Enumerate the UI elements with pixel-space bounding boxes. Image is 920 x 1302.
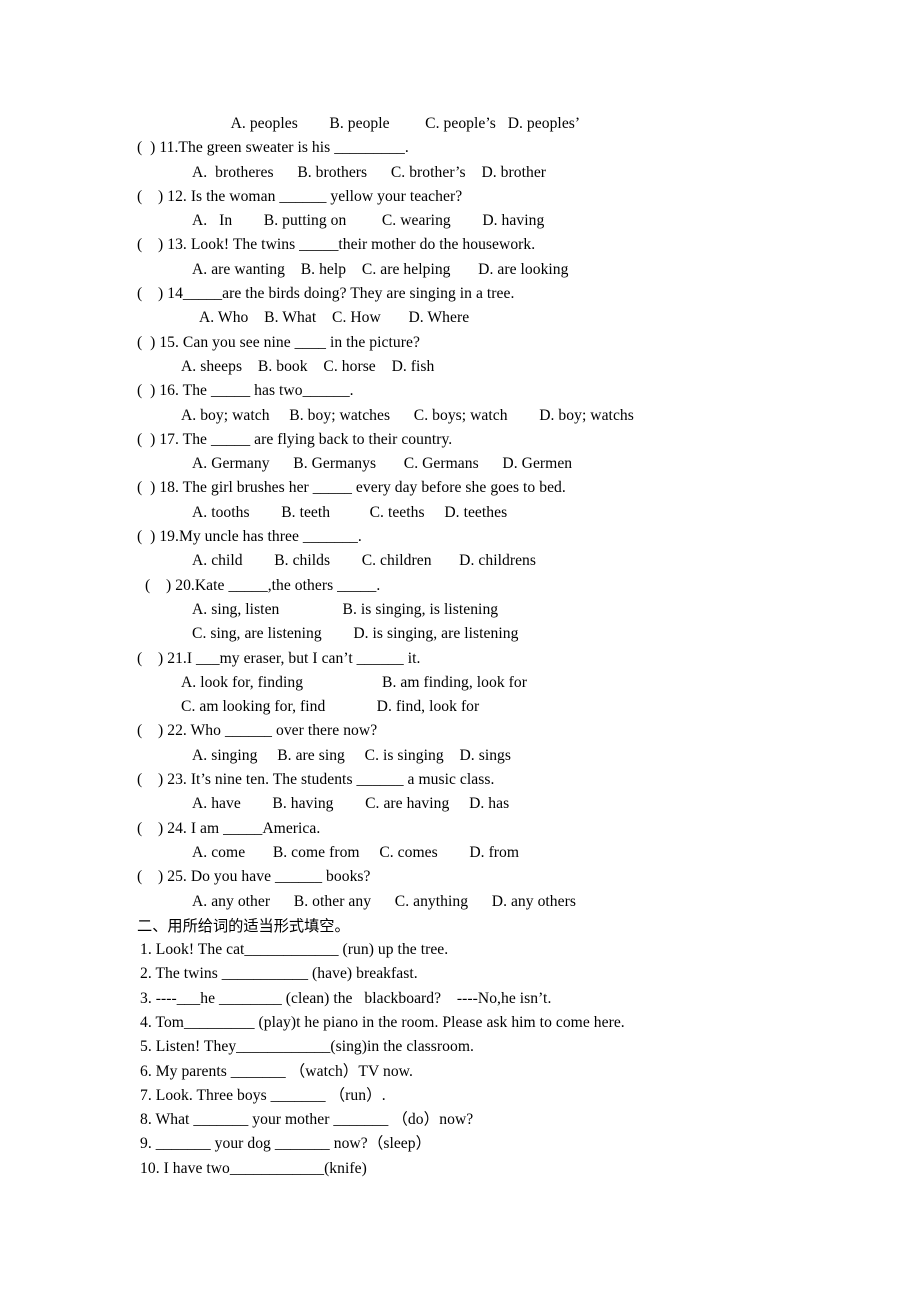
question-stem-21: ( ) 21.I ___my eraser, but I can’t _____… <box>137 649 421 667</box>
question-stem-25: ( ) 25. Do you have ______ books? <box>137 868 371 886</box>
options-row-22: A. singing B. are sing C. is singing D. … <box>192 746 512 764</box>
fill-in-item-1: 1. Look! The cat____________ (run) up th… <box>140 941 449 959</box>
question-stem-12: ( ) 12. Is the woman ______ yellow your … <box>137 187 463 205</box>
fill-in-item-6: 6. My parents _______ （watch）TV now. <box>140 1062 413 1080</box>
question-stem-20: ( ) 20.Kate _____,the others _____. <box>145 576 381 594</box>
options-row-13: A. are wanting B. help C. are helping D.… <box>192 260 569 278</box>
fill-in-item-7: 7. Look. Three boys _______ （run）. <box>140 1086 386 1104</box>
worksheet-page: A. peoples B. people C. people’s D. peop… <box>0 0 920 1302</box>
options-row-18: A. tooths B. teeth C. teeths D. teethes <box>192 503 508 521</box>
fill-in-item-3: 3. ----___he ________ (clean) the blackb… <box>140 989 552 1007</box>
worksheet-content: A. peoples B. people C. people’s D. peop… <box>137 112 897 1181</box>
question-stem-11: ( ) 11.The green sweater is his ________… <box>137 139 409 157</box>
fill-in-item-4: 4. Tom_________ (play)t he piano in the … <box>140 1013 625 1031</box>
fill-in-item-9: 9. _______ your dog _______ now?（sleep） <box>140 1135 432 1153</box>
fill-in-item-8: 8. What _______ your mother _______ （do）… <box>140 1111 474 1129</box>
fill-in-item-5: 5. Listen! They____________(sing)in the … <box>140 1038 474 1056</box>
options-row-21a: A. look for, finding B. am finding, look… <box>181 673 527 691</box>
options-row-15: A. sheeps B. book C. horse D. fish <box>181 357 435 375</box>
options-row-25: A. any other B. other any C. anything D.… <box>192 892 576 910</box>
options-row-23: A. have B. having C. are having D. has <box>192 795 510 813</box>
options-row-24: A. come B. come from C. comes D. from <box>192 843 520 861</box>
question-stem-16: ( ) 16. The _____ has two______. <box>137 382 354 400</box>
question-stem-19: ( ) 19.My uncle has three _______. <box>137 528 362 546</box>
question-stem-18: ( ) 18. The girl brushes her _____ every… <box>137 479 566 497</box>
question-stem-22: ( ) 22. Who ______ over there now? <box>137 722 378 740</box>
question-stem-13: ( ) 13. Look! The twins _____their mothe… <box>137 236 536 254</box>
options-row-11: A. brotheres B. brothers C. brother’s D.… <box>192 163 547 181</box>
options-row-17: A. Germany B. Germanys C. Germans D. Ger… <box>192 455 573 473</box>
fill-in-item-2: 2. The twins ___________ (have) breakfas… <box>140 965 418 983</box>
question-stem-15: ( ) 15. Can you see nine ____ in the pic… <box>137 333 420 351</box>
fill-in-item-10: 10. I have two____________(knife) <box>140 1159 367 1177</box>
options-row-21b: C. am looking for, find D. find, look fo… <box>181 698 480 716</box>
question-stem-14: ( ) 14_____are the birds doing? They are… <box>137 285 515 303</box>
options-row-12: A. In B. putting on C. wearing D. having <box>192 212 545 230</box>
section-two-heading: 二、用所给词的适当形式填空。 <box>137 916 350 935</box>
options-row-20b: C. sing, are listening D. is singing, ar… <box>192 625 519 643</box>
options-row-14: A. Who B. What C. How D. Where <box>199 309 470 327</box>
options-row-16: A. boy; watch B. boy; watches C. boys; w… <box>181 406 634 424</box>
options-row-19: A. child B. childs C. children D. childr… <box>192 552 537 570</box>
question-stem-23: ( ) 23. It’s nine ten. The students ____… <box>137 771 495 789</box>
options-row-q10-continued: A. peoples B. people C. people’s D. peop… <box>192 115 581 132</box>
question-stem-24: ( ) 24. I am _____America. <box>137 819 321 837</box>
question-stem-17: ( ) 17. The _____ are flying back to the… <box>137 430 453 448</box>
options-row-20a: A. sing, listen B. is singing, is listen… <box>192 600 499 618</box>
